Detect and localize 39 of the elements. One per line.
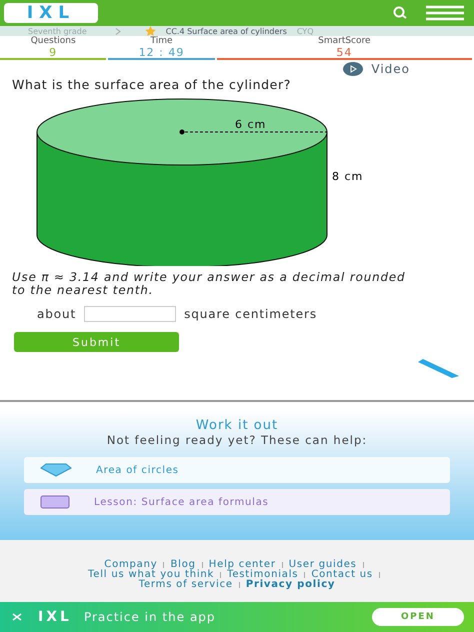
footer-link[interactable]: Help center <box>208 560 276 570</box>
help-link[interactable]: Area of circles <box>24 457 450 483</box>
app-logo: IXL <box>38 609 72 625</box>
footer-link[interactable]: Tell us what you think <box>88 570 214 580</box>
footer-link[interactable]: Testimonials <box>227 570 298 580</box>
banner-text: Practice in the app <box>84 610 217 624</box>
submit-button[interactable]: Submit <box>14 332 179 352</box>
footer-link[interactable]: Privacy policy <box>246 580 336 590</box>
answer-unit: square centimeters <box>184 307 317 321</box>
chevron-icon <box>114 28 121 34</box>
stat-label: SmartScore <box>318 36 371 47</box>
star-icon <box>144 26 156 36</box>
answer-prefix: about <box>37 307 76 321</box>
section-subtitle: Not feeling ready yet? These can help: <box>106 433 368 447</box>
question-text: What is the surface area of the cylinder? <box>11 76 292 92</box>
skill-title: CC.4 Surface area of cylinders <box>166 26 287 36</box>
skill-code: CYQ <box>296 26 314 36</box>
instruction-text: Use π ≈ 3.14 and write your answer as a decimal rounded to the nearest tenth. <box>11 269 406 297</box>
footer-link[interactable]: Terms of service <box>138 580 233 590</box>
footer-link[interactable]: Blog <box>170 560 196 570</box>
footer-link[interactable]: Contact us <box>311 570 373 580</box>
stat-label: Time <box>150 36 173 47</box>
play-icon <box>343 62 364 76</box>
menu-icon[interactable] <box>426 5 464 21</box>
open-button[interactable]: OPEN <box>372 608 464 626</box>
search-icon[interactable] <box>392 6 408 20</box>
answer-field[interactable] <box>84 306 176 322</box>
video-button[interactable]: Video <box>343 62 410 76</box>
help-link[interactable]: Lesson: Surface area formulas <box>24 489 450 515</box>
footer-link[interactable]: Company <box>104 560 158 570</box>
stat-value: 54 <box>336 47 352 59</box>
logo[interactable]: IXL <box>4 3 98 23</box>
section-title: Work it out <box>196 418 278 433</box>
lesson-icon <box>40 495 70 509</box>
stat-value: 9 <box>49 47 58 59</box>
diamond-icon <box>40 463 72 477</box>
stat-value: 12 : 49 <box>138 47 184 59</box>
stat-label: Questions <box>30 36 76 47</box>
footer-link[interactable]: User guides <box>288 560 357 570</box>
